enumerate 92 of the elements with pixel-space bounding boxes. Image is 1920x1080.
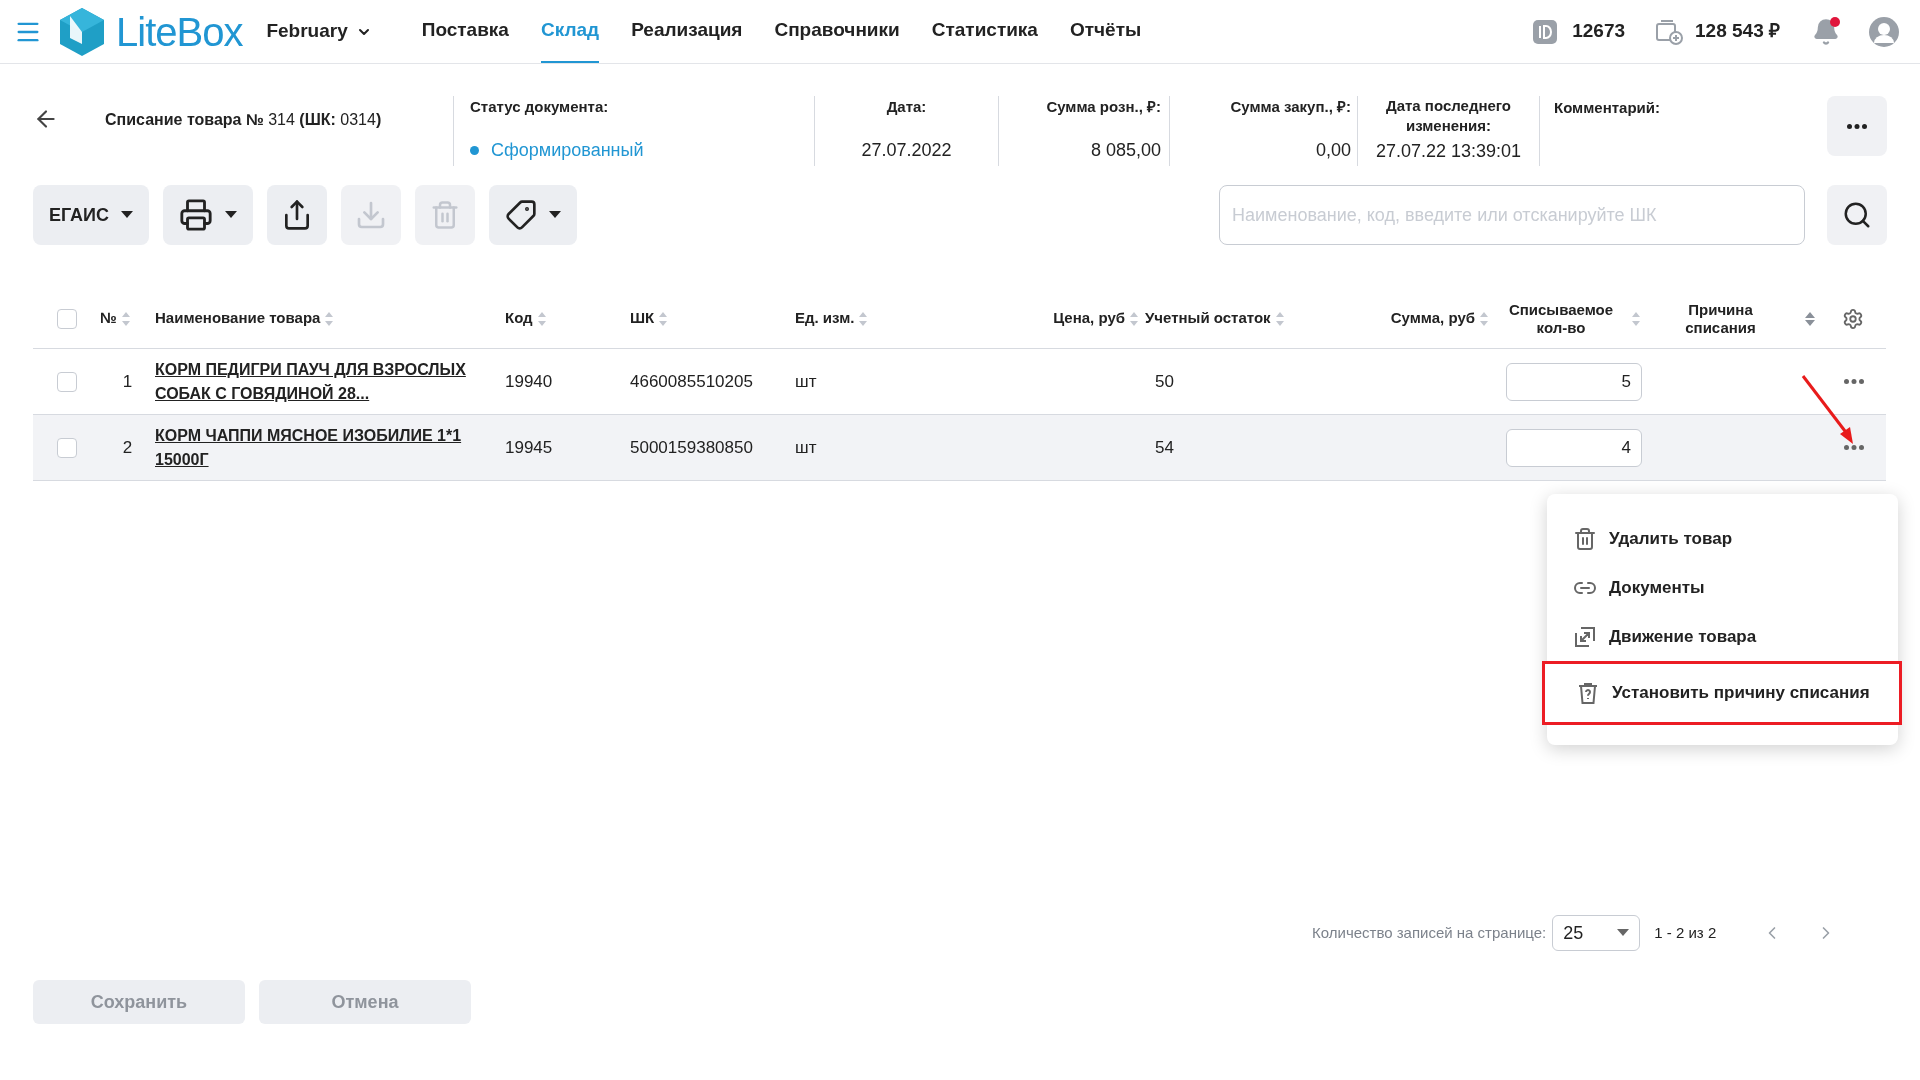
print-button[interactable] [163, 185, 253, 245]
field-label: Дата последнего изменения: [1384, 96, 1513, 136]
field-label: Сумма розн., ₽: [1046, 97, 1161, 117]
nav-tab[interactable]: Реализация [631, 0, 743, 63]
field-value: 0,00 [1315, 138, 1351, 162]
printer-icon [179, 198, 213, 232]
sort-icon[interactable] [324, 310, 335, 327]
trash-question-icon [1576, 681, 1600, 705]
product-link[interactable]: КОРМ ЧАППИ МЯСНОЕ ИЗОБИЛИЕ 1*1 15000Г [155, 423, 505, 472]
table-cell-text: 19940 [505, 370, 554, 393]
column-header: Сумма, руб [1390, 308, 1475, 329]
logo-text: LiteBox [116, 8, 243, 56]
field-label: Комментарий: [1554, 99, 1660, 116]
page-range: 1 - 2 из 2 [1654, 922, 1717, 943]
column-header: Учетный остаток [1145, 308, 1271, 329]
id-icon [1532, 18, 1559, 45]
balance: 128 543 ₽ [1695, 19, 1780, 44]
caret-icon [121, 211, 133, 219]
search-icon [1842, 200, 1872, 230]
sort-icon[interactable] [1129, 310, 1139, 327]
avatar-icon[interactable] [1868, 15, 1900, 48]
column-header: Код [505, 308, 533, 329]
page-size-select[interactable]: 25 [1552, 915, 1641, 951]
nav-tab[interactable]: Поставка [421, 0, 509, 63]
sort-icon[interactable] [658, 310, 669, 327]
sort-icon[interactable] [536, 310, 547, 327]
table-cell-text: 1 [121, 370, 134, 393]
checkbox[interactable] [56, 437, 77, 458]
column-header: Списываемое кол-во [1507, 300, 1615, 337]
egais-dropdown[interactable]: ЕГАИС [33, 185, 149, 245]
notifications-button[interactable] [1812, 17, 1840, 46]
column-header: № [100, 308, 117, 329]
column-header: Причина списания [1684, 300, 1757, 337]
table-cell-text: 2 [121, 436, 134, 459]
status-value: Сформированный [491, 138, 644, 162]
trash-icon [430, 200, 460, 230]
sort-icon[interactable] [120, 310, 131, 327]
quantity-field[interactable]: 5 [1506, 362, 1642, 401]
sort-icon[interactable] [858, 310, 869, 327]
column-header: Ед. изм. [795, 308, 855, 329]
nav-tab[interactable]: Справочники [774, 0, 900, 63]
table-cell-text: 5000159380850 [630, 436, 754, 459]
more-icon[interactable] [1844, 379, 1864, 384]
sort-icon[interactable] [1479, 310, 1489, 327]
sort-icon[interactable] [1631, 310, 1641, 327]
table-row[interactable]: 2 КОРМ ЧАППИ МЯСНОЕ ИЗОБИЛИЕ 1*1 15000Г 19945 5000159380850 шт 54 4 [33, 415, 1886, 481]
export-button[interactable] [267, 185, 327, 245]
sort-icon[interactable] [1274, 310, 1285, 327]
column-header: Цена, руб [1053, 308, 1125, 329]
expand-icon [1573, 624, 1597, 649]
table-cell-text: 54 [1154, 436, 1175, 459]
wallet-icon [1655, 18, 1684, 45]
field-value: 27.07.22 13:39:01 [1375, 140, 1522, 163]
sort-icon[interactable] [1804, 310, 1816, 327]
menu-item[interactable]: Движение товара [1547, 612, 1907, 661]
menu-item[interactable]: Установить причину списания [1542, 661, 1902, 725]
caret-icon [225, 211, 237, 219]
account-id: 12673 [1572, 19, 1626, 44]
table-cell-text: шт [795, 370, 818, 393]
search-button[interactable] [1827, 185, 1887, 245]
field-label: Сумма закуп., ₽: [1230, 97, 1351, 117]
nav-tab[interactable]: Статистика [931, 0, 1038, 63]
field-value: 8 085,00 [1090, 138, 1161, 162]
column-header: ШК [630, 308, 655, 329]
caret-icon [549, 211, 561, 219]
trash-icon [1573, 526, 1597, 551]
tag-button[interactable] [489, 185, 577, 245]
more-icon [1847, 123, 1867, 129]
menu-item[interactable]: Удалить товар [1547, 514, 1907, 563]
menu-item[interactable]: Документы [1547, 563, 1907, 612]
field-label: Статус документа: [470, 97, 610, 117]
more-button[interactable] [1827, 96, 1887, 156]
field-value: 27.07.2022 [861, 138, 952, 162]
field-label: Дата: [886, 97, 927, 117]
document-title: Списание товара № 314 (ШК: 0314) [105, 110, 382, 130]
caret-icon [1617, 929, 1630, 937]
table-cell-text: 50 [1154, 370, 1175, 393]
page-size-label: Количество записей на странице: [1312, 922, 1547, 943]
product-link[interactable]: КОРМ ПЕДИГРИ ПАУЧ ДЛЯ ВЗРОСЛЫХ СОБАК С ГОВЯДИНОЙ 28... [155, 357, 505, 406]
import-icon [355, 199, 387, 231]
column-header: Наименование товара [155, 308, 321, 329]
store-dropdown[interactable]: February [266, 17, 372, 46]
more-icon[interactable] [1844, 445, 1864, 450]
quantity-field[interactable]: 4 [1506, 428, 1642, 467]
table-cell-text: 19945 [505, 436, 554, 459]
checkbox[interactable] [56, 371, 77, 392]
tag-icon [505, 199, 537, 231]
checkbox[interactable] [56, 308, 77, 329]
table-cell-text: шт [795, 436, 818, 459]
table-cell-text: 4660085510205 [630, 370, 754, 393]
nav-tab[interactable]: Отчёты [1069, 0, 1142, 63]
settings-icon[interactable] [1842, 307, 1864, 330]
